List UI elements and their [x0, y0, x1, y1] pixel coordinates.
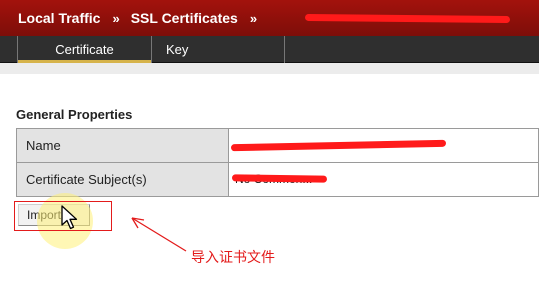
name-value [229, 129, 539, 162]
tab-key[interactable]: Key [152, 36, 285, 63]
mouse-pointer-icon [61, 205, 78, 230]
tab-bar: Certificate Key [0, 36, 539, 63]
certificate-subject-label: Certificate Subject(s) [17, 163, 229, 196]
toolbar-strip [0, 63, 539, 74]
name-label: Name [17, 129, 229, 162]
breadcrumb-local-traffic[interactable]: Local Traffic [18, 10, 100, 26]
properties-table: Name Certificate Subject(s) No Common... [16, 128, 539, 197]
table-row: Certificate Subject(s) No Common... [17, 163, 539, 196]
redaction-mark [231, 174, 328, 183]
breadcrumb-separator: » [249, 10, 257, 26]
section-title: General Properties [16, 107, 133, 122]
breadcrumb-ssl-certificates[interactable]: SSL Certificates [131, 10, 238, 26]
arrow-icon [131, 217, 187, 252]
certificate-subject-value: No Common... [229, 163, 539, 196]
annotation-text: 导入证书文件 [191, 249, 275, 265]
tab-certificate[interactable]: Certificate [17, 36, 152, 63]
table-row: Name [17, 129, 539, 163]
redaction-mark [230, 139, 447, 152]
breadcrumb-separator: » [112, 10, 119, 26]
